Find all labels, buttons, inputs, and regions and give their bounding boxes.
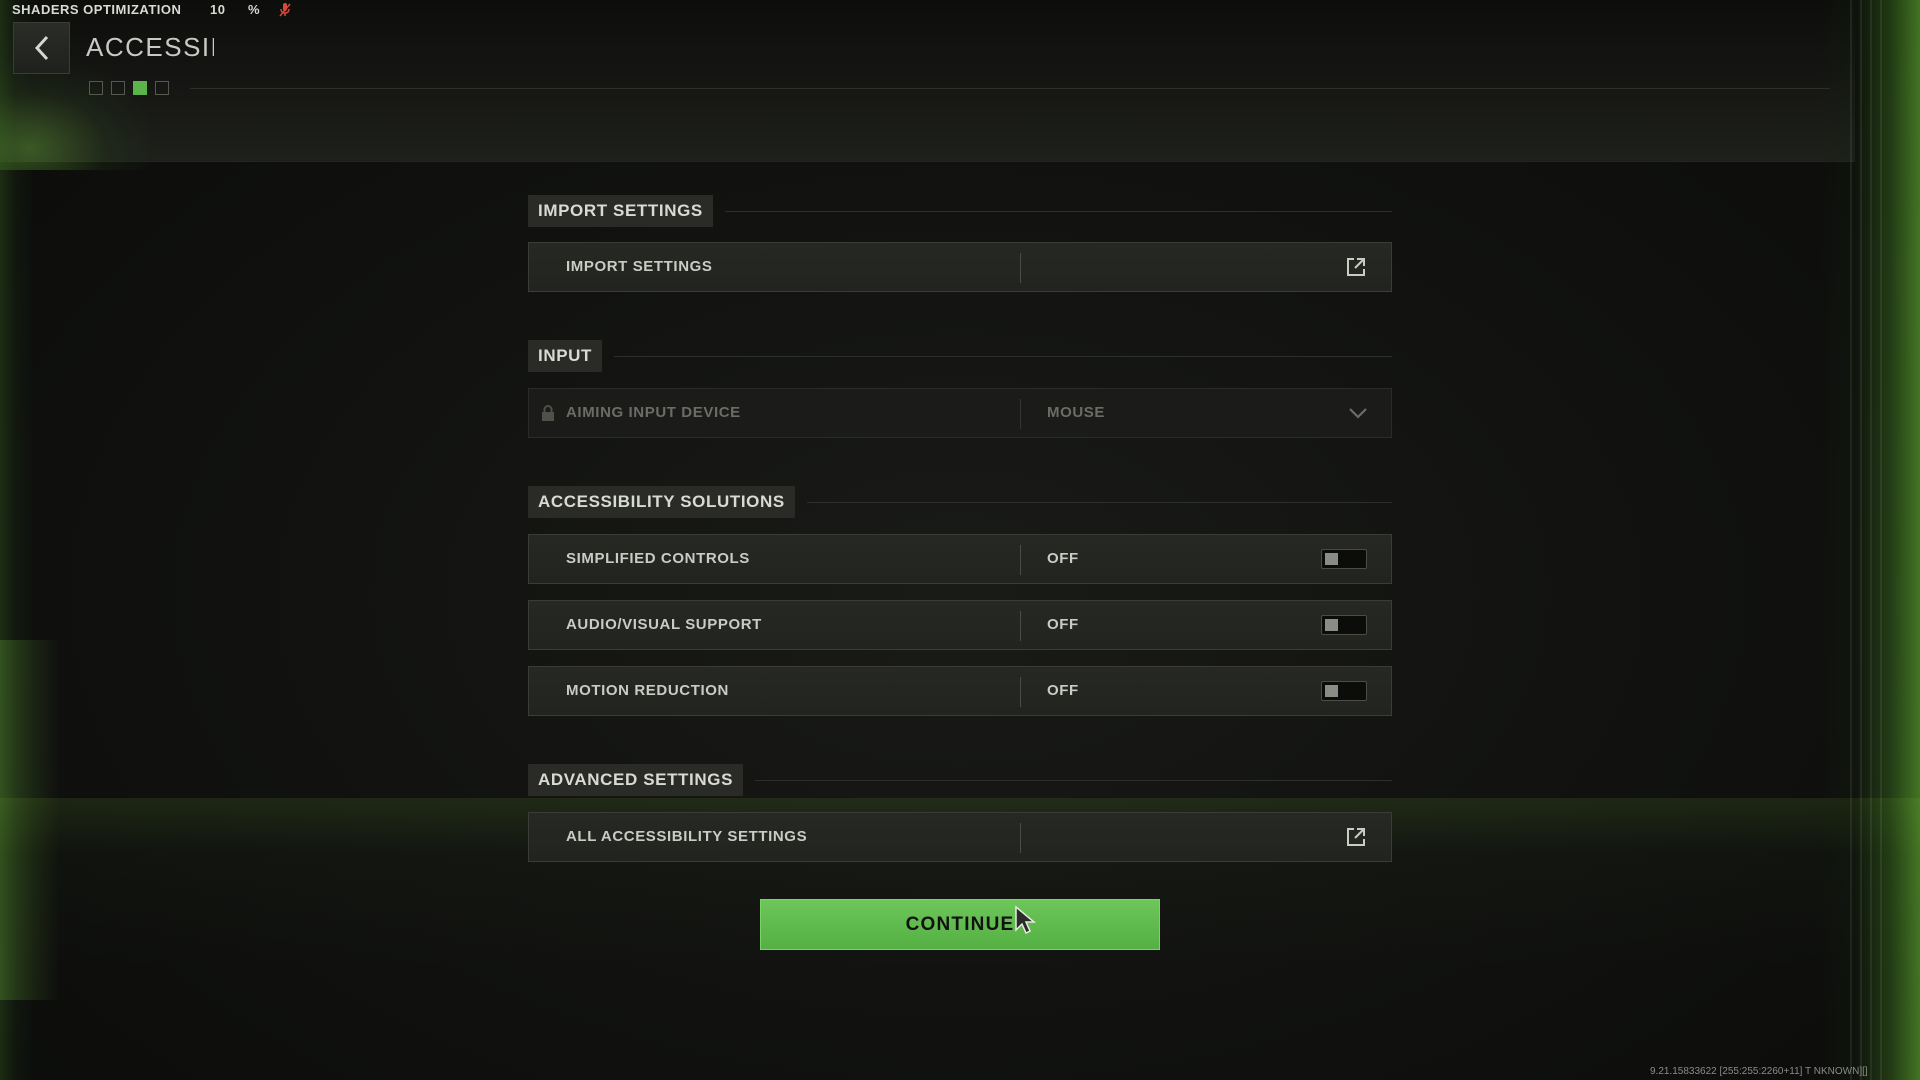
mic-muted-icon	[279, 3, 291, 17]
toggle-knob	[1325, 685, 1338, 697]
back-button[interactable]	[13, 22, 70, 74]
header-bar	[0, 0, 1855, 162]
build-version-info: 9.21.15833622 [255:255:2260+11] T NKNOWN…	[1650, 1066, 1868, 1077]
shader-optimization-unit: %	[248, 2, 261, 17]
page-title: ACCESSIBI	[86, 32, 214, 62]
section-divider	[755, 779, 1392, 781]
motion-reduction-row[interactable]: MOTION REDUCTION OFF	[528, 666, 1392, 716]
section-divider	[614, 355, 1392, 357]
continue-label: CONTINUE	[905, 913, 1015, 935]
section-input: INPUT	[528, 340, 1392, 372]
row-label: IMPORT SETTINGS	[566, 258, 713, 275]
aiming-input-device-row: AIMING INPUT DEVICE MOUSE	[528, 388, 1392, 438]
section-accessibility-solutions: ACCESSIBILITY SOLUTIONS	[528, 486, 1392, 518]
row-label: ALL ACCESSIBILITY SETTINGS	[566, 828, 808, 845]
section-import-settings: IMPORT SETTINGS	[528, 195, 1392, 227]
chevron-left-icon	[34, 35, 48, 61]
row-value: MOUSE	[1047, 404, 1106, 421]
section-title: INPUT	[528, 340, 602, 372]
row-divider	[1020, 399, 1021, 429]
external-link-icon	[1347, 258, 1365, 276]
section-advanced-settings: ADVANCED SETTINGS	[528, 764, 1392, 796]
external-link-icon	[1347, 828, 1365, 846]
progress-step-current	[133, 81, 147, 95]
row-label: MOTION REDUCTION	[566, 682, 729, 699]
shader-optimization-value: 10	[210, 2, 226, 17]
all-accessibility-settings-row[interactable]: ALL ACCESSIBILITY SETTINGS	[528, 812, 1392, 862]
simplified-controls-toggle[interactable]	[1321, 549, 1367, 569]
section-divider	[724, 210, 1392, 212]
row-divider	[1020, 545, 1021, 575]
row-value: OFF	[1047, 550, 1079, 567]
progress-step	[89, 81, 103, 95]
chevron-down-icon	[1349, 408, 1367, 419]
progress-step	[111, 81, 125, 95]
toggle-knob	[1325, 619, 1338, 631]
progress-steps	[89, 81, 169, 95]
section-title: ADVANCED SETTINGS	[528, 764, 744, 796]
row-divider	[1020, 253, 1021, 283]
motion-reduction-toggle[interactable]	[1321, 681, 1367, 701]
import-settings-row[interactable]: IMPORT SETTINGS	[528, 242, 1392, 292]
right-edge-stripes	[1850, 0, 1884, 1080]
mouse-cursor-icon	[1015, 905, 1036, 935]
simplified-controls-row[interactable]: SIMPLIFIED CONTROLS OFF	[528, 534, 1392, 584]
audio-visual-support-row[interactable]: AUDIO/VISUAL SUPPORT OFF	[528, 600, 1392, 650]
header-divider	[190, 88, 1830, 89]
section-title: IMPORT SETTINGS	[528, 195, 713, 227]
row-label: AUDIO/VISUAL SUPPORT	[566, 616, 762, 633]
lock-icon	[542, 405, 554, 421]
row-divider	[1020, 823, 1021, 853]
section-divider	[806, 501, 1392, 503]
row-label: SIMPLIFIED CONTROLS	[566, 550, 750, 567]
shader-optimization-label: SHADERS OPTIMIZATION	[12, 2, 182, 17]
row-value: OFF	[1047, 616, 1079, 633]
progress-step	[155, 81, 169, 95]
toggle-knob	[1325, 553, 1338, 565]
audio-visual-support-toggle[interactable]	[1321, 615, 1367, 635]
continue-button[interactable]: CONTINUE	[760, 899, 1160, 950]
row-label: AIMING INPUT DEVICE	[566, 404, 741, 421]
row-divider	[1020, 677, 1021, 707]
row-divider	[1020, 611, 1021, 641]
section-title: ACCESSIBILITY SOLUTIONS	[528, 486, 795, 518]
row-value: OFF	[1047, 682, 1079, 699]
top-left-glow	[0, 60, 150, 170]
